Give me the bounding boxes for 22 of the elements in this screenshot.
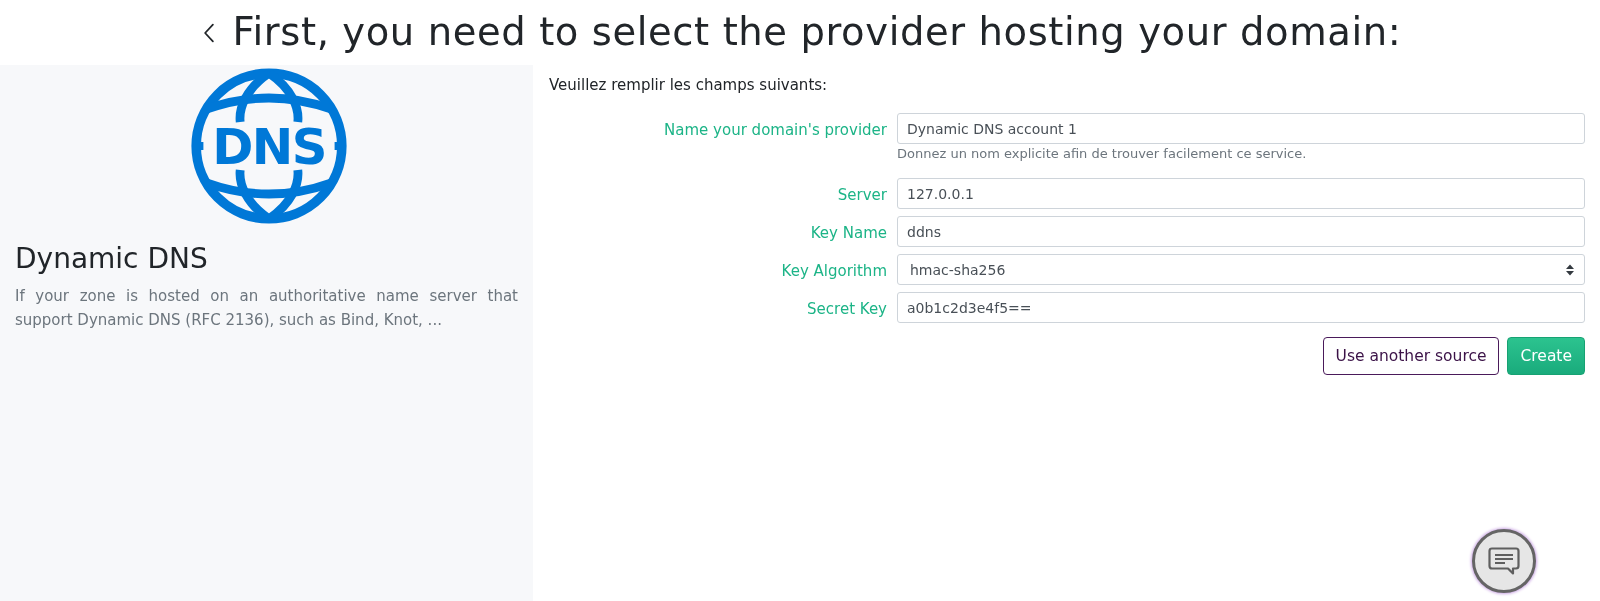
field-label: Name your domain's provider <box>663 120 887 141</box>
source-button[interactable]: Use another source <box>1322 337 1500 375</box>
field-label: Secret Key <box>806 299 887 320</box>
globe-icon <box>188 68 349 224</box>
field-label: Key Name <box>809 223 887 244</box>
input-field[interactable]: Dynamic DNS account 1 <box>897 113 1585 144</box>
input-field[interactable]: ddns <box>897 216 1585 247</box>
chat-button[interactable] <box>1472 529 1536 593</box>
provider-name: Dynamic DNS <box>15 242 209 276</box>
page-title: First, you need to select the provider hosting your domain: <box>232 9 1402 56</box>
input-field[interactable]: a0b1c2d3e4f5== <box>897 292 1585 323</box>
select-field[interactable]: hmac-sha256 <box>897 254 1585 285</box>
form-intro: Veuillez remplir les champs suivants: <box>549 75 829 95</box>
provider-description: If your zone is hosted on an authoritative name server that support Dynamic DNS (RFC 2136), such as Bind, Knot, ... <box>15 285 518 331</box>
field-help-text: Donnez un nom explicite afin de trouver facilement ce service. <box>897 146 1308 162</box>
chat-icon <box>1488 547 1520 575</box>
logo-text: DNS <box>211 117 326 176</box>
back-icon[interactable] <box>202 22 215 43</box>
field-label: Server <box>836 185 887 206</box>
sort-caret-icon <box>1566 263 1574 276</box>
input-field[interactable]: 127.0.0.1 <box>897 178 1585 209</box>
field-label: Key Algorithm <box>780 261 887 282</box>
